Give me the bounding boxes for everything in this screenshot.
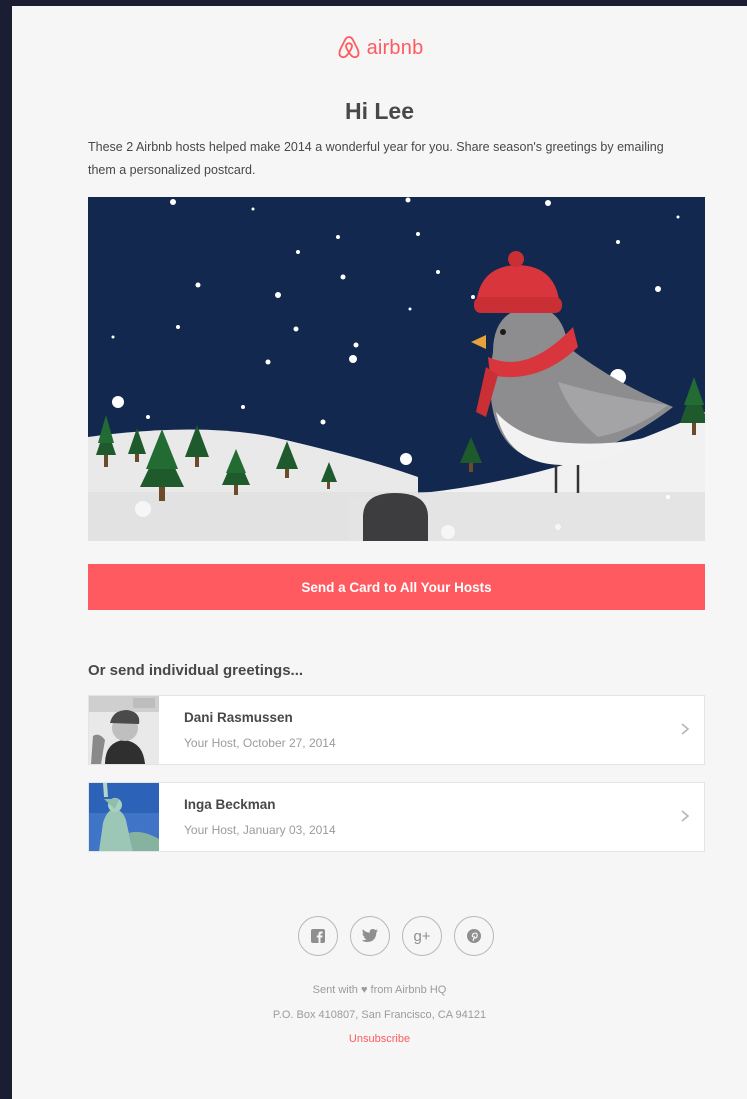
host-name: Inga Beckman (184, 797, 276, 812)
airbnb-logo[interactable]: airbnb (12, 34, 747, 60)
greeting-heading: Hi Lee (344, 98, 415, 124)
chevron-right-icon (681, 810, 690, 822)
intro-text: These 2 Airbnb hosts helped make 2014 a … (88, 140, 664, 177)
chevron-right-icon (681, 723, 690, 735)
airbnb-belo-icon (338, 36, 360, 59)
send-card-all-hosts-button[interactable]: Send a Card to All Your Hosts (88, 564, 705, 610)
footer-address: P.O. Box 410807, San Francisco, CA 94121 (272, 1009, 487, 1021)
winter-bird-illustration (88, 197, 705, 541)
social-links: g+ (298, 916, 498, 958)
twitter-icon[interactable] (350, 916, 390, 956)
host-photo-statue-of-liberty (89, 783, 159, 851)
host-row-dani-rasmussen[interactable]: Dani Rasmussen Your Host, October 27, 20… (88, 695, 705, 765)
host-meta: Your Host, October 27, 2014 (184, 736, 336, 750)
brand-name: airbnb (366, 37, 424, 59)
host-meta: Your Host, January 03, 2014 (184, 823, 336, 837)
host-row-inga-beckman[interactable]: Inga Beckman Your Host, January 03, 2014 (88, 782, 705, 852)
hero-illustration (88, 197, 705, 541)
footer-sent-with: Sent with ♥ from Airbnb HQ (312, 984, 447, 996)
google-plus-icon[interactable]: g+ (402, 916, 442, 956)
individual-greetings-heading: Or send individual greetings... (88, 662, 304, 679)
facebook-icon[interactable] (298, 916, 338, 956)
host-photo-portrait (89, 696, 159, 764)
host-name: Dani Rasmussen (184, 710, 293, 725)
email-body: airbnb Hi Lee These 2 Airbnb hosts helpe… (12, 6, 747, 1099)
unsubscribe-link[interactable]: Unsubscribe (12, 1033, 747, 1045)
pinterest-icon[interactable] (454, 916, 494, 956)
